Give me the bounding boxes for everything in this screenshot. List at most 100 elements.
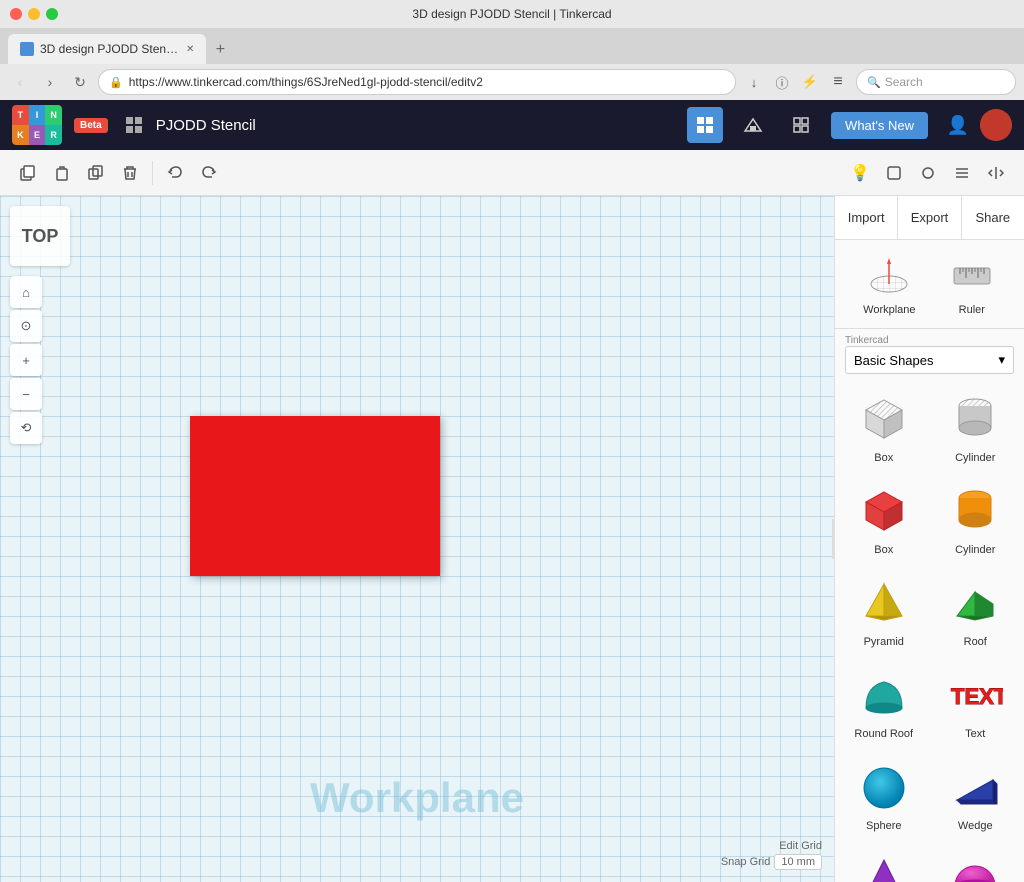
shape-cylinder-orange[interactable]: Cylinder	[931, 474, 1021, 564]
ruler-tool-label: Ruler	[959, 304, 985, 316]
shape-text-red[interactable]: TEXT Text	[931, 658, 1021, 748]
toolbar-separator-1	[152, 161, 153, 185]
shape-label-cylinder-gray: Cylinder	[955, 452, 995, 464]
back-button[interactable]: ‹	[8, 70, 32, 94]
shapes-grid: Box	[835, 378, 1024, 882]
shape-preview-text-red: TEXT	[945, 666, 1005, 726]
home-view-button[interactable]: ⌂	[10, 276, 42, 308]
search-box[interactable]: 🔍 Search	[856, 69, 1016, 95]
snap-grid-label: Snap Grid	[721, 856, 771, 868]
snap-button[interactable]	[783, 107, 819, 143]
grid-canvas: Workplane	[0, 196, 834, 882]
tab-label: 3D design PJODD Stencil | Ti...	[40, 42, 180, 56]
canvas-area[interactable]: TOP ⌂ ⊙ + − ⟲ Workplane Edit Grid Snap G…	[0, 196, 834, 882]
app-title: PJODD Stencil	[156, 117, 256, 134]
shape-label-box-red: Box	[874, 544, 893, 556]
shape-half-sphere-pink[interactable]: Half Sphere	[931, 842, 1021, 882]
app-header: T I N K E R Beta PJODD Stencil	[0, 100, 1024, 150]
minimize-window-button[interactable]	[28, 8, 40, 20]
grid-view-icon[interactable]	[120, 111, 148, 139]
light-toggle-button[interactable]: 💡	[844, 157, 876, 189]
grid-layout-button[interactable]	[687, 107, 723, 143]
close-window-button[interactable]	[10, 8, 22, 20]
shape-box-gray[interactable]: Box	[839, 382, 929, 472]
hole-tool-button[interactable]	[912, 157, 944, 189]
zoom-out-button[interactable]: −	[10, 378, 42, 410]
address-text: https://www.tinkercad.com/things/6SJreNe…	[129, 75, 483, 89]
share-button[interactable]: Share	[962, 196, 1024, 239]
bookmark-button[interactable]: ↓	[742, 70, 766, 94]
shape-wedge-navy[interactable]: Wedge	[931, 750, 1021, 840]
fit-view-button[interactable]: ⊙	[10, 310, 42, 342]
shape-round-roof-teal[interactable]: Round Roof	[839, 658, 929, 748]
shape-preview-box-red	[854, 482, 914, 542]
shapes-source: Tinkercad	[845, 335, 1014, 346]
active-tab[interactable]: 3D design PJODD Stencil | Ti... ✕	[8, 34, 206, 64]
logo-r: R	[45, 125, 62, 145]
snap-grid-section: Snap Grid 10 mm	[721, 854, 822, 870]
undo-button[interactable]	[159, 157, 191, 189]
shapes-category-label: Basic Shapes	[854, 353, 934, 368]
workplane-icon	[865, 252, 913, 300]
menu-button[interactable]: ≡	[826, 70, 850, 94]
maximize-window-button[interactable]	[46, 8, 58, 20]
lock-icon: 🔒	[109, 76, 123, 89]
orient-button[interactable]: ⟲	[10, 412, 42, 444]
redo-button[interactable]	[193, 157, 225, 189]
shape-box-red[interactable]: Box	[839, 474, 929, 564]
edit-grid-button[interactable]: Edit Grid	[779, 840, 822, 852]
panel-collapse-button[interactable]: ›	[832, 519, 834, 559]
import-button[interactable]: Import	[835, 196, 898, 239]
shapes-category-dropdown[interactable]: Basic Shapes ▾	[845, 346, 1014, 374]
forward-button[interactable]: ›	[38, 70, 62, 94]
mirror-button[interactable]	[980, 157, 1012, 189]
address-bar[interactable]: 🔒 https://www.tinkercad.com/things/6SJre…	[98, 69, 736, 95]
tab-close-button[interactable]: ✕	[186, 44, 194, 55]
duplicate-button[interactable]	[80, 157, 112, 189]
zoom-in-button[interactable]: +	[10, 344, 42, 376]
info-button[interactable]: ⓘ	[770, 70, 794, 94]
shape-preview-roof-green	[945, 574, 1005, 634]
new-tab-button[interactable]: +	[206, 36, 234, 64]
shape-library-button[interactable]	[735, 107, 771, 143]
user-avatar[interactable]	[980, 109, 1012, 141]
snap-grid-value[interactable]: 10 mm	[774, 854, 822, 870]
avatar-image	[980, 109, 1012, 141]
shape-cylinder-gray[interactable]: Cylinder	[931, 382, 1021, 472]
shape-preview-box-gray	[854, 390, 914, 450]
svg-text:TEXT: TEXT	[951, 684, 1003, 709]
top-view-label: TOP	[22, 226, 59, 247]
dropdown-arrow-icon: ▾	[998, 352, 1005, 368]
red-box-shape[interactable]	[190, 416, 440, 576]
shape-sphere-blue[interactable]: Sphere	[839, 750, 929, 840]
shape-cone-purple[interactable]: Cone	[839, 842, 929, 882]
shape-preview-round-roof-teal	[854, 666, 914, 726]
shape-roof-green[interactable]: Roof	[931, 566, 1021, 656]
paste-button[interactable]	[46, 157, 78, 189]
shape-tool-button[interactable]	[878, 157, 910, 189]
logo-n: N	[45, 105, 62, 125]
copy-button[interactable]	[12, 157, 44, 189]
whats-new-button[interactable]: What's New	[831, 112, 928, 139]
delete-button[interactable]	[114, 157, 146, 189]
extension-button[interactable]: ⚡	[798, 70, 822, 94]
shape-label-cylinder-orange: Cylinder	[955, 544, 995, 556]
align-button[interactable]	[946, 157, 978, 189]
window-controls	[10, 8, 58, 20]
shapes-header: Tinkercad Basic Shapes ▾	[835, 329, 1024, 378]
export-button[interactable]: Export	[898, 196, 961, 239]
ruler-tool[interactable]: Ruler	[948, 252, 996, 316]
browser-addressbar: ‹ › ↻ 🔒 https://www.tinkercad.com/things…	[0, 64, 1024, 100]
shape-preview-cylinder-gray	[945, 390, 1005, 450]
search-placeholder: Search	[885, 75, 923, 89]
browser-titlebar: 3D design PJODD Stencil | Tinkercad	[0, 0, 1024, 28]
refresh-button[interactable]: ↻	[68, 70, 92, 94]
tab-favicon	[20, 42, 34, 56]
logo-e: E	[29, 125, 46, 145]
shape-pyramid-yellow[interactable]: Pyramid	[839, 566, 929, 656]
main-toolbar: 💡	[0, 150, 1024, 196]
main-area: TOP ⌂ ⊙ + − ⟲ Workplane Edit Grid Snap G…	[0, 196, 1024, 882]
workplane-tool[interactable]: Workplane	[863, 252, 915, 316]
user-menu-button[interactable]: 👤	[940, 107, 976, 143]
toolbar-right: 💡	[844, 157, 1012, 189]
